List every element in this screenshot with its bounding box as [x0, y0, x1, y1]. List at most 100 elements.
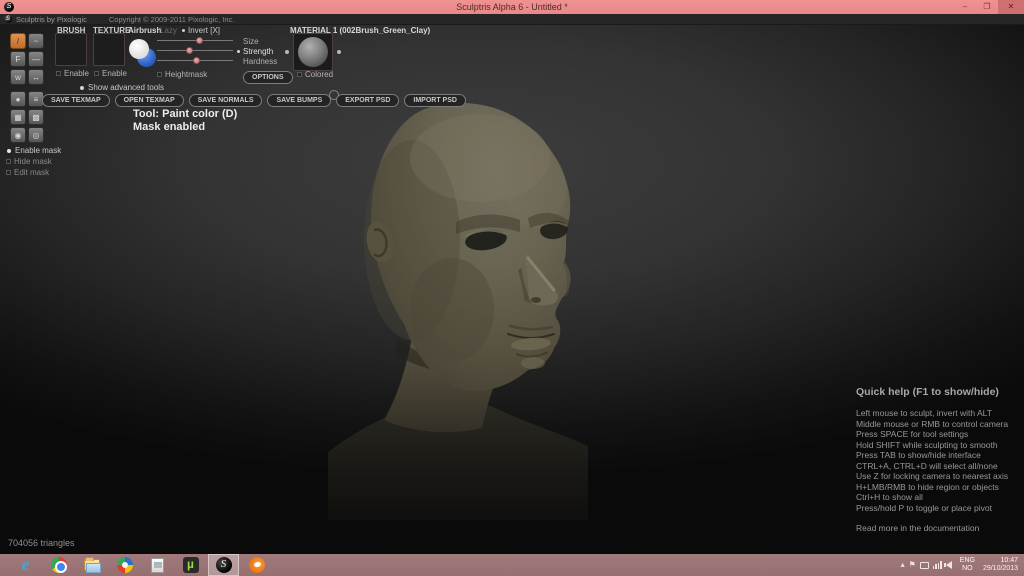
maximize-button[interactable]: ❐	[976, 0, 998, 14]
material-next-arrow[interactable]	[337, 50, 341, 54]
radio-on-icon	[7, 149, 11, 153]
notepad-icon	[151, 558, 164, 573]
heightmask-toggle[interactable]: Heightmask	[157, 70, 207, 79]
tool-palette-bottom: ● ≡ ▦ ▩ ◉ ◎	[10, 91, 44, 143]
tool-ring-a[interactable]: ◉	[10, 127, 26, 143]
texture-enable-toggle[interactable]: Enable	[94, 69, 127, 78]
tool-paint-brush[interactable]: /	[10, 33, 26, 49]
tool-grid-b[interactable]: ▩	[28, 109, 44, 125]
close-button[interactable]: ✕	[998, 0, 1024, 14]
app-logo-icon: S	[4, 2, 14, 12]
hardness-slider-label[interactable]: Hardness	[243, 57, 277, 66]
texture-thumbnail[interactable]	[93, 33, 125, 66]
material-prev-arrow[interactable]	[285, 50, 289, 54]
checkbox-icon	[157, 72, 162, 77]
tool-mirror[interactable]: ↔	[28, 69, 44, 85]
save-bumps-button[interactable]: SAVE BUMPS	[267, 94, 331, 107]
taskbar-internet-explorer[interactable]: e	[10, 554, 41, 576]
quick-help-panel: Quick help (F1 to show/hide) Left mouse …	[856, 386, 1021, 533]
options-button[interactable]: OPTIONS	[243, 71, 293, 84]
edit-mask-toggle[interactable]: Edit mask	[5, 167, 61, 178]
tool-grid-a[interactable]: ▦	[10, 109, 26, 125]
minimize-button[interactable]: –	[954, 0, 976, 14]
help-line: CTRL+A, CTRL+D will select all/none	[856, 461, 1021, 472]
file-explorer-icon	[84, 559, 100, 571]
slider-knob[interactable]	[193, 57, 200, 64]
invert-toggle[interactable]: Invert [X]	[182, 26, 220, 35]
material-preview[interactable]	[293, 33, 333, 71]
strength-slider[interactable]	[157, 47, 233, 54]
show-advanced-toggle[interactable]: Show advanced tools	[80, 83, 164, 92]
size-slider[interactable]	[157, 37, 233, 44]
taskbar-notepad[interactable]	[142, 554, 173, 576]
sculptris-logo-icon: S	[4, 15, 12, 23]
enable-mask-toggle[interactable]: Enable mask	[5, 145, 61, 156]
head-model[interactable]	[328, 100, 588, 520]
colored-toggle[interactable]: Colored	[297, 70, 333, 79]
slider-knob[interactable]	[196, 37, 203, 44]
volume-icon[interactable]	[946, 561, 952, 569]
tool-sphere[interactable]: ●	[10, 91, 26, 107]
airbrush-icon[interactable]	[129, 39, 159, 67]
checkbox-icon	[6, 170, 11, 175]
airbrush-label[interactable]: Airbrush	[128, 26, 161, 35]
taskbar-chrome[interactable]	[43, 554, 74, 576]
slider-knob[interactable]	[186, 47, 193, 54]
taskbar-sculptris-active[interactable]: S	[208, 554, 239, 576]
flag-icon[interactable]: ⚑	[909, 560, 916, 570]
taskbar[interactable]: e µ S ▴ ⚑ ENG NO	[0, 554, 1024, 576]
material-sphere-icon	[298, 37, 328, 67]
taskbar-utorrent[interactable]: µ	[175, 554, 206, 576]
strength-slider-label[interactable]: Strength	[237, 47, 273, 56]
tool-wave[interactable]: w	[10, 69, 26, 85]
title-bar[interactable]: S Sculptris Alpha 6 - Untitled * – ❐ ✕	[0, 0, 1024, 14]
tool-bump[interactable]: ~	[28, 33, 44, 49]
sculptris-icon: S	[216, 557, 232, 573]
lazy-toggle[interactable]: Lazy	[160, 26, 177, 35]
export-psd-button[interactable]: EXPORT PSD	[336, 94, 399, 107]
tool-palette-top: / ~ F — w ↔	[10, 33, 44, 85]
triangle-count: 704056 triangles	[8, 538, 75, 548]
taskbar-blender[interactable]	[241, 554, 272, 576]
blender-icon	[249, 557, 265, 573]
checkbox-icon	[56, 71, 61, 76]
help-line: Middle mouse or RMB to control camera	[856, 419, 1021, 430]
tray-expand-icon[interactable]: ▴	[901, 560, 905, 570]
utorrent-icon: µ	[183, 557, 199, 573]
media-player-icon	[117, 557, 133, 573]
3d-viewport[interactable]: / ~ F — w ↔ ● ≡ ▦ ▩ ◉ ◎ Enable mask Hide…	[0, 25, 1024, 554]
tool-flatten[interactable]: —	[28, 51, 44, 67]
save-texmap-button[interactable]: SAVE TEXMAP	[42, 94, 110, 107]
action-center-icon[interactable]	[920, 562, 929, 569]
open-texmap-button[interactable]: OPEN TEXMAP	[115, 94, 184, 107]
help-line: Ctrl+H to show all	[856, 492, 1021, 503]
save-normals-button[interactable]: SAVE NORMALS	[189, 94, 263, 107]
tool-ring-b[interactable]: ◎	[28, 127, 44, 143]
taskbar-file-explorer[interactable]	[76, 554, 107, 576]
brush-enable-toggle[interactable]: Enable	[56, 69, 89, 78]
language-indicator[interactable]: ENG NO	[956, 557, 979, 573]
clock[interactable]: 10:47 29/10/2013	[983, 557, 1020, 573]
quick-help-footer: Read more in the documentation	[856, 523, 1021, 533]
hide-mask-toggle[interactable]: Hide mask	[5, 156, 61, 167]
brush-thumbnail[interactable]	[55, 33, 87, 66]
help-line: Press SPACE for tool settings	[856, 429, 1021, 440]
taskbar-media-player[interactable]	[109, 554, 140, 576]
checkbox-icon	[6, 159, 11, 164]
hardness-slider[interactable]	[157, 57, 233, 64]
network-signal-icon[interactable]	[933, 561, 942, 569]
tool-fill[interactable]: F	[10, 51, 26, 67]
internet-explorer-icon: e	[17, 557, 34, 574]
help-line: Left mouse to sculpt, invert with ALT	[856, 408, 1021, 419]
airbrush-white-sphere	[129, 39, 149, 59]
slider-track	[157, 40, 233, 41]
radio-on-icon	[182, 29, 185, 32]
copyright-text: Copyright © 2009-2011 Pixologic, Inc.	[109, 15, 234, 24]
current-tool-status: Tool: Paint color (D)	[133, 108, 237, 120]
import-psd-button[interactable]: IMPORT PSD	[404, 94, 466, 107]
radio-on-icon	[80, 86, 84, 90]
app-name: Sculptris by Pixologic	[16, 15, 87, 24]
window-title: Sculptris Alpha 6 - Untitled *	[0, 2, 1024, 12]
file-actions: SAVE TEXMAP OPEN TEXMAP SAVE NORMALS SAV…	[42, 94, 466, 107]
size-slider-label[interactable]: Size	[243, 37, 259, 46]
